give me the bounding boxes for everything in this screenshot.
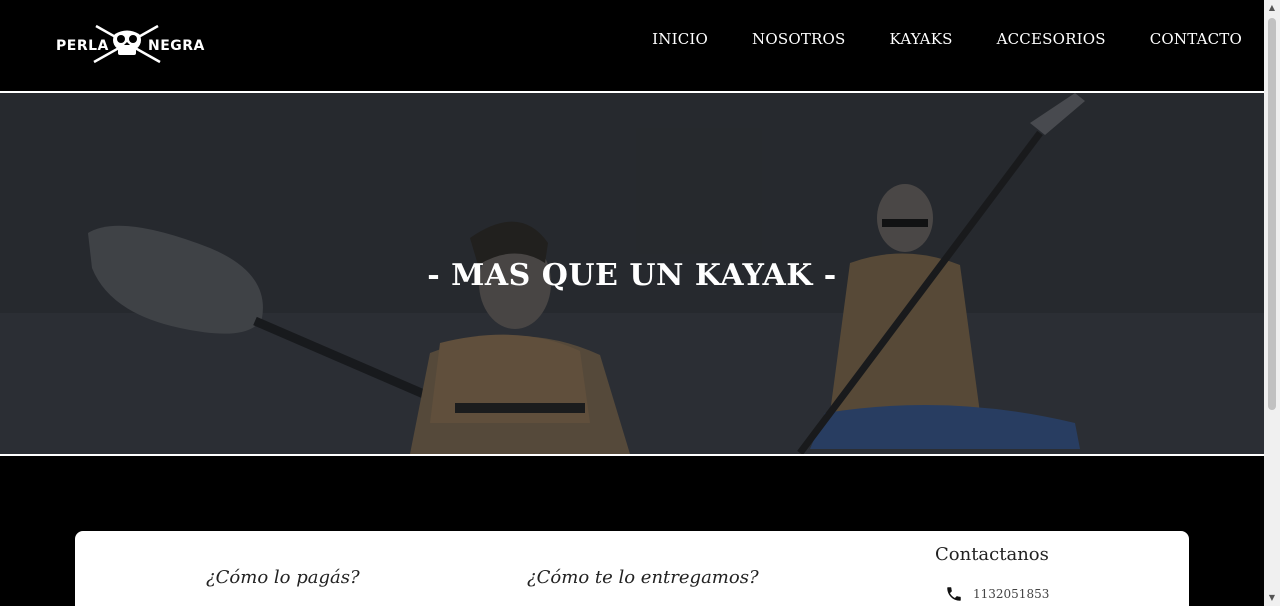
scroll-up-icon[interactable]: ▲: [1264, 0, 1280, 16]
brand-name-right: NEGRA: [148, 38, 205, 54]
nav-contacto[interactable]: CONTACTO: [1150, 28, 1242, 50]
brand-logo[interactable]: PERLA NEGRA: [56, 22, 204, 66]
shipping-heading: ¿Cómo te lo entregamos?: [527, 567, 759, 588]
nav-nosotros[interactable]: NOSOTROS: [752, 28, 845, 50]
main-nav: INICIO NOSOTROS KAYAKS ACCESORIOS CONTAC…: [608, 28, 1242, 50]
hero-banner: - MAS QUE UN KAYAK -: [0, 93, 1264, 454]
nav-accesorios[interactable]: ACCESORIOS: [997, 28, 1106, 50]
payment-heading: ¿Cómo lo pagás?: [206, 567, 360, 588]
contact-heading: Contactanos: [935, 544, 1049, 565]
scroll-down-icon[interactable]: ▼: [1264, 590, 1280, 606]
nav-inicio[interactable]: INICIO: [652, 28, 708, 50]
nav-kayaks[interactable]: KAYAKS: [890, 28, 953, 50]
page-scrollbar[interactable]: ▲ ▼: [1264, 0, 1280, 606]
scroll-thumb[interactable]: [1268, 18, 1276, 410]
info-card: ¿Cómo lo pagás? ¿Cómo te lo entregamos? …: [75, 531, 1189, 606]
hero-divider: [0, 454, 1264, 456]
phone-contact[interactable]: 1132051853: [945, 585, 1049, 603]
site-header: PERLA NEGRA INICIO NOSOTROS KAYAKS ACCES…: [0, 0, 1264, 91]
hero-title: - MAS QUE UN KAYAK -: [427, 258, 837, 293]
phone-icon: [947, 587, 961, 601]
phone-number: 1132051853: [973, 587, 1050, 601]
